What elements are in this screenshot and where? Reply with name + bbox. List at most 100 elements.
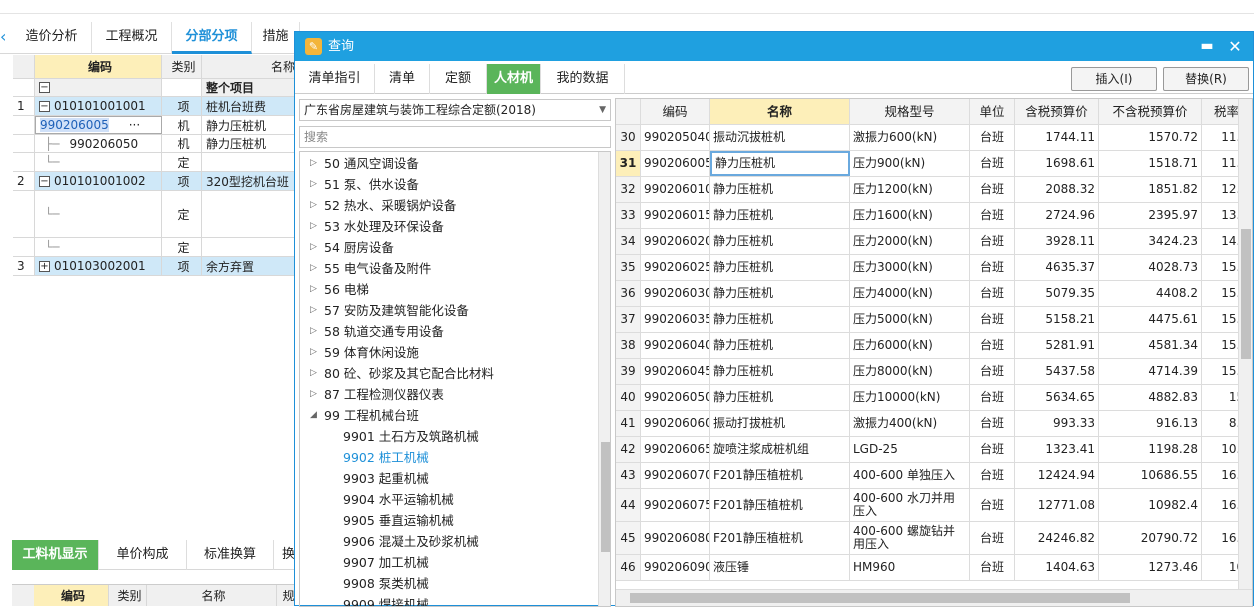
grid-tax-price[interactable]: 993.33	[1015, 411, 1099, 436]
grid-row[interactable]: 44 990206075 F201静压植桩机 400-600 水刀并用压入 台班 1277…	[616, 489, 1252, 522]
grid-spec[interactable]: LGD-25	[850, 437, 970, 462]
grid-vertical-scrollbar[interactable]	[1238, 99, 1252, 589]
grid-spec[interactable]: 压力6000(kN)	[850, 333, 970, 358]
grid-row[interactable]: 36 990206030 静力压桩机 压力4000(kN) 台班 5079.35 4408.…	[616, 281, 1252, 307]
row-code[interactable]: −010101001001	[35, 97, 162, 115]
bottom-tab[interactable]: 工料机显示	[12, 540, 99, 570]
tree-item[interactable]: ▷ 56 电梯	[300, 279, 369, 300]
tree-item[interactable]: ▷ 51 泵、供水设备	[300, 174, 419, 195]
grid-name[interactable]: 静力压桩机	[710, 229, 850, 254]
tree-item[interactable]: 9906 混凝土及砂浆机械	[300, 531, 479, 552]
grid-row[interactable]: 40 990206050 静力压桩机 压力10000(kN) 台班 5634.65 4882…	[616, 385, 1252, 411]
tree-item[interactable]: 9907 加工机械	[300, 552, 429, 573]
grid-spec[interactable]: 压力900(kN)	[850, 151, 970, 176]
grid-row[interactable]: 42 990206065 旋喷注浆成桩机组 LGD-25 台班 1323.41 1198.2…	[616, 437, 1252, 463]
grid-spec[interactable]: 400-600 单独压入	[850, 463, 970, 488]
tree-item[interactable]: ◢ 99 工程机械台班	[300, 405, 419, 426]
grid-spec[interactable]: 压力1200(kN)	[850, 177, 970, 202]
expand-arrow-icon[interactable]: ▷	[310, 384, 317, 405]
grid-column-header[interactable]: 不含税预算价	[1099, 99, 1202, 124]
grid-row[interactable]: 35 990206025 静力压桩机 压力3000(kN) 台班 4635.37 4028.…	[616, 255, 1252, 281]
grid-code[interactable]: 990206005	[641, 151, 710, 176]
expand-arrow-icon[interactable]: ▷	[310, 300, 317, 321]
grid-code[interactable]: 990206010	[641, 177, 710, 202]
expand-arrow-icon[interactable]: ▷	[310, 342, 317, 363]
grid-notax-price[interactable]: 4581.34	[1099, 333, 1202, 358]
row-code[interactable]: ├─ 990206050	[35, 135, 162, 152]
tree-scrollbar[interactable]	[598, 152, 610, 606]
grid-column-header[interactable]: 名称	[710, 99, 850, 124]
grid-name[interactable]: 静力压桩机	[710, 359, 850, 384]
grid-unit[interactable]: 台班	[970, 125, 1015, 150]
grid-unit[interactable]: 台班	[970, 229, 1015, 254]
insert-button[interactable]: 插入(I)	[1071, 67, 1157, 91]
minimize-icon[interactable]: ▬	[1195, 32, 1219, 61]
grid-notax-price[interactable]: 4028.73	[1099, 255, 1202, 280]
grid-notax-price[interactable]: 1851.82	[1099, 177, 1202, 202]
close-icon[interactable]: ✕	[1223, 32, 1247, 61]
grid-column-header[interactable]: 含税预算价	[1015, 99, 1099, 124]
grid-row[interactable]: 32 990206010 静力压桩机 压力1200(kN) 台班 2088.32 1851.…	[616, 177, 1252, 203]
grid-name[interactable]: 静力压桩机	[710, 281, 850, 306]
grid-name[interactable]: 振动沉拔桩机	[710, 125, 850, 150]
expand-arrow-icon[interactable]: ▷	[310, 237, 317, 258]
tree-item[interactable]: 9905 垂直运输机械	[300, 510, 454, 531]
grid-unit[interactable]: 台班	[970, 522, 1015, 554]
main-tab[interactable]: 措施	[252, 22, 300, 54]
grid-code[interactable]: 990206015	[641, 203, 710, 228]
collapse-icon[interactable]: −	[39, 100, 50, 112]
grid-tax-price[interactable]: 1744.11	[1015, 125, 1099, 150]
grid-tax-price[interactable]: 5281.91	[1015, 333, 1099, 358]
grid-row[interactable]: 39 990206045 静力压桩机 压力8000(kN) 台班 5437.58 4714.…	[616, 359, 1252, 385]
table-row[interactable]: └─ 定	[13, 153, 296, 172]
grid-tax-price[interactable]: 1323.41	[1015, 437, 1099, 462]
grid-unit[interactable]: 台班	[970, 359, 1015, 384]
search-input[interactable]: 搜索	[299, 126, 611, 148]
dialog-tab[interactable]: 清单	[375, 64, 430, 94]
grid-spec[interactable]: 压力2000(kN)	[850, 229, 970, 254]
grid-code[interactable]: 990206040	[641, 333, 710, 358]
table-row[interactable]: 3 +010103002001 项余方弃置	[13, 257, 296, 276]
grid-code[interactable]: 990205040	[641, 125, 710, 150]
more-icon[interactable]: ···	[129, 118, 140, 132]
grid-name[interactable]: 旋喷注浆成桩机组	[710, 437, 850, 462]
grid-name[interactable]: F201静压植桩机	[710, 463, 850, 488]
grid-row[interactable]: 43 990206070 F201静压植桩机 400-600 单独压入 台班 12424.…	[616, 463, 1252, 489]
grid-name[interactable]: 静力压桩机	[710, 307, 850, 332]
grid-code[interactable]: 990206075	[641, 489, 710, 521]
grid-tax-price[interactable]: 2724.96	[1015, 203, 1099, 228]
expand-arrow-icon[interactable]: ▷	[310, 195, 317, 216]
grid-tax-price[interactable]: 3928.11	[1015, 229, 1099, 254]
grid-tax-price[interactable]: 12424.94	[1015, 463, 1099, 488]
tree-item[interactable]: ▷ 59 体育休闲设施	[300, 342, 419, 363]
grid-code[interactable]: 990206060	[641, 411, 710, 436]
main-tab[interactable]: 分部分项	[172, 22, 252, 54]
grid-notax-price[interactable]: 10982.4	[1099, 489, 1202, 521]
grid-name[interactable]: 静力压桩机	[710, 385, 850, 410]
main-tab[interactable]: 造价分析	[12, 22, 92, 54]
dialog-tab[interactable]: 我的数据	[541, 64, 625, 94]
grid-spec[interactable]: 压力4000(kN)	[850, 281, 970, 306]
table-row[interactable]: 990206005 ··· 机静力压桩机	[13, 116, 296, 135]
grid-tax-price[interactable]: 5634.65	[1015, 385, 1099, 410]
grid-code[interactable]: 990206070	[641, 463, 710, 488]
grid-tax-price[interactable]: 5158.21	[1015, 307, 1099, 332]
grid-spec[interactable]: 压力10000(kN)	[850, 385, 970, 410]
grid-name[interactable]: 静力压桩机	[710, 151, 850, 176]
grid-unit[interactable]: 台班	[970, 203, 1015, 228]
grid-row[interactable]: 41 990206060 振动打拔桩机 激振力400(kN) 台班 993.33 916.1…	[616, 411, 1252, 437]
grid-notax-price[interactable]: 1273.46	[1099, 555, 1202, 580]
tree-item[interactable]: ▷ 80 砼、砂浆及其它配合比材料	[300, 363, 494, 384]
grid-code[interactable]: 990206030	[641, 281, 710, 306]
tree-item[interactable]: 9901 土石方及筑路机械	[300, 426, 479, 447]
table-row[interactable]: └─ 定	[13, 238, 296, 257]
table-row[interactable]: 2−010101001002 项 320型挖机台班	[13, 172, 296, 191]
grid-notax-price[interactable]: 1198.28	[1099, 437, 1202, 462]
collapse-arrow-icon[interactable]: ◢	[310, 405, 317, 426]
tree-item[interactable]: 9902 桩工机械	[300, 447, 429, 468]
grid-unit[interactable]: 台班	[970, 255, 1015, 280]
grid-unit[interactable]: 台班	[970, 385, 1015, 410]
grid-tax-price[interactable]: 5079.35	[1015, 281, 1099, 306]
library-select[interactable]: 广东省房屋建筑与装饰工程综合定额(2018) ▼	[299, 99, 611, 121]
dialog-titlebar[interactable]: ✎ 查询 ▬ ✕	[295, 32, 1253, 61]
